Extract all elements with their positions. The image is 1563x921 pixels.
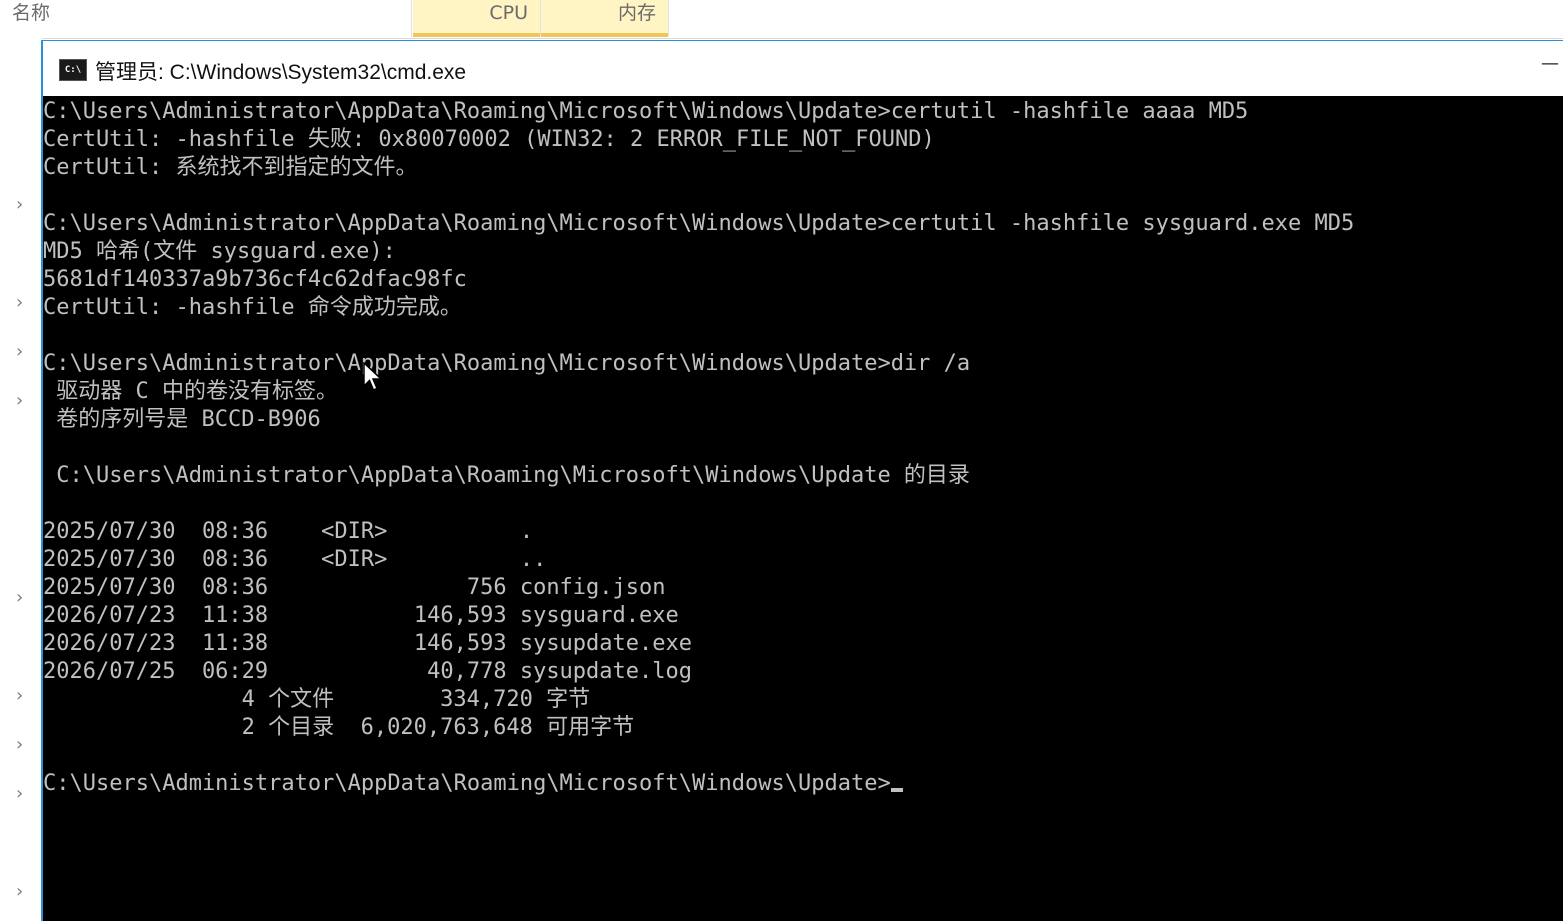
console-line: 2026/07/25 06:29 40,778 sysupdate.log (43, 659, 693, 684)
column-header-cpu[interactable]: CPU (413, 0, 541, 37)
expand-chevron-icon[interactable]: › (16, 589, 30, 607)
console-line: 卷的序列号是 BCCD-B906 (43, 407, 321, 432)
console-line: C:\Users\Administrator\AppData\Roaming\M… (43, 351, 971, 376)
expand-chevron-icon[interactable]: › (16, 785, 30, 803)
expand-chevron-icon[interactable]: › (16, 196, 30, 214)
console-line: MD5 哈希(文件 sysguard.exe): (43, 239, 396, 264)
console-line: CertUtil: 系统找不到指定的文件。 (43, 155, 418, 180)
console-line: 4 个文件 334,720 字节 (43, 687, 591, 712)
console-output[interactable]: C:\Users\Administrator\AppData\Roaming\M… (43, 96, 1563, 921)
expand-chevron-icon[interactable]: › (16, 736, 30, 754)
task-manager-header: 名称 CPU 内存 (0, 0, 1563, 39)
window-title: 管理员: C:\Windows\System32\cmd.exe (95, 61, 467, 84)
console-line: 2026/07/23 11:38 146,593 sysupdate.exe (43, 631, 693, 656)
process-list: › › › › › › › › › (0, 38, 42, 915)
console-line: CertUtil: -hashfile 命令成功完成。 (43, 295, 462, 320)
cmd-app-icon: C:\ (59, 59, 87, 81)
expand-chevron-icon[interactable]: › (16, 687, 30, 705)
column-header-memory-label: 内存 (617, 2, 656, 24)
column-header-name-label: 名称 (12, 2, 51, 24)
console-line: 5681df140337a9b736cf4c62dfac98fc (43, 267, 467, 292)
console-lines: C:\Users\Administrator\AppData\Roaming\M… (43, 98, 1354, 798)
cmd-titlebar[interactable]: C:\ 管理员: C:\Windows\System32\cmd.exe — (43, 41, 1563, 96)
expand-chevron-icon[interactable]: › (16, 343, 30, 361)
expand-chevron-icon[interactable]: › (16, 883, 30, 901)
console-line: C:\Users\Administrator\AppData\Roaming\M… (43, 463, 970, 488)
console-line: 2 个目录 6,020,763,648 可用字节 (43, 715, 635, 740)
column-underline (541, 33, 668, 37)
expand-chevron-icon[interactable]: › (16, 294, 30, 312)
column-header-cpu-label: CPU (489, 2, 528, 24)
mouse-pointer-icon (363, 362, 383, 391)
text-cursor (890, 788, 903, 792)
console-line: 2025/07/30 08:36 <DIR> .. (43, 547, 547, 572)
console-line: 2025/07/30 08:36 <DIR> . (43, 519, 534, 544)
expand-chevron-icon[interactable]: › (16, 392, 30, 410)
minimize-button[interactable]: — (1541, 55, 1559, 73)
console-line: 2026/07/23 11:38 146,593 sysguard.exe (43, 603, 679, 628)
column-underline (413, 33, 540, 37)
column-header-name[interactable]: 名称 (12, 0, 412, 38)
column-header-memory[interactable]: 内存 (541, 0, 669, 37)
console-line: 驱动器 C 中的卷没有标签。 (43, 379, 338, 404)
console-line: C:\Users\Administrator\AppData\Roaming\M… (43, 211, 1355, 236)
console-line: 2025/07/30 08:36 756 config.json (43, 575, 666, 600)
console-line: C:\Users\Administrator\AppData\Roaming\M… (43, 770, 1354, 798)
cmd-window[interactable]: C:\ 管理员: C:\Windows\System32\cmd.exe — C… (41, 40, 1563, 921)
console-line: C:\Users\Administrator\AppData\Roaming\M… (43, 99, 1249, 124)
console-line: CertUtil: -hashfile 失败: 0x80070002 (WIN3… (43, 127, 935, 152)
